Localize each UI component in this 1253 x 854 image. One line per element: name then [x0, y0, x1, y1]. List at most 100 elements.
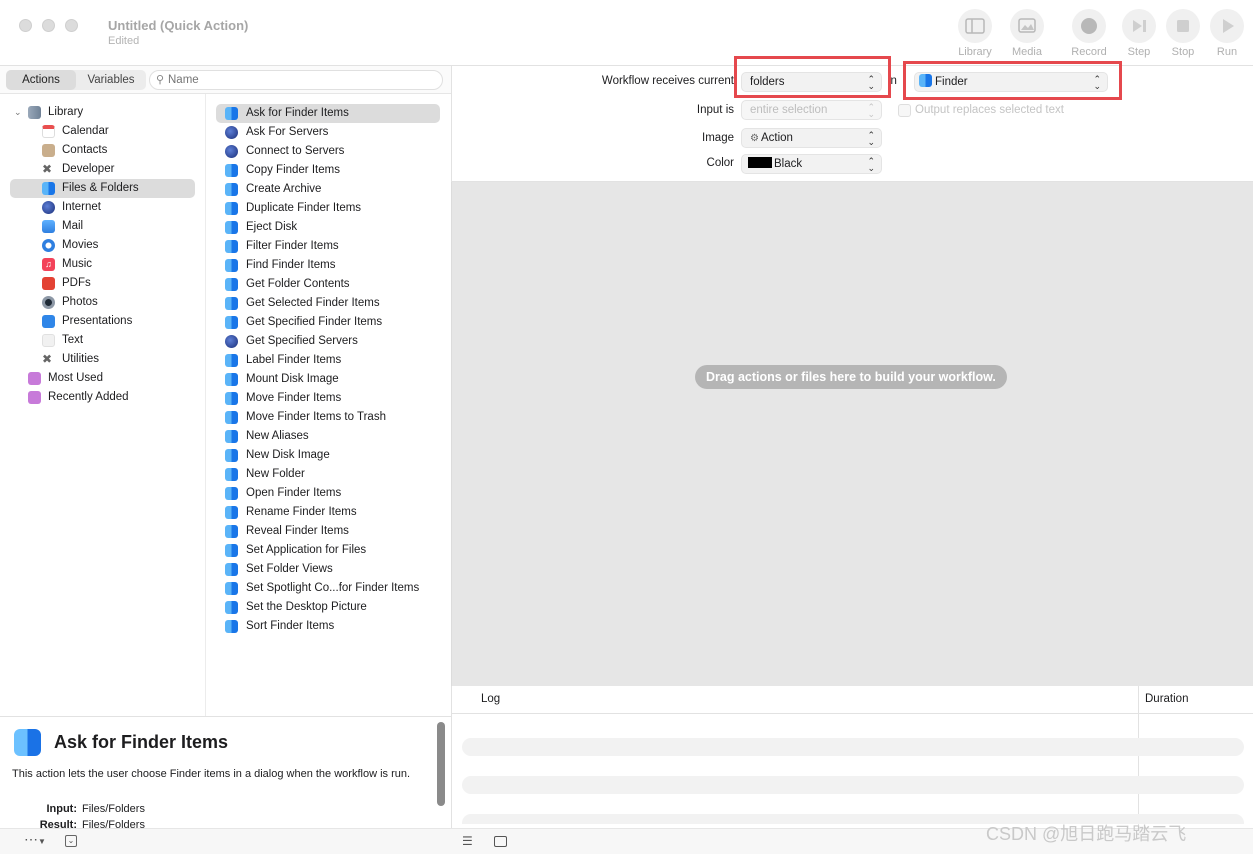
split-view-icon[interactable] [494, 836, 507, 847]
action-item[interactable]: Filter Finder Items [216, 237, 440, 256]
action-label: Filter Finder Items [246, 240, 339, 252]
photo-icon [1018, 18, 1036, 33]
category-utilities[interactable]: ✖ Utilities [10, 350, 195, 369]
action-item[interactable]: Get Folder Contents [216, 275, 440, 294]
category-mail[interactable]: Mail [10, 217, 195, 236]
action-item[interactable]: Sort Finder Items [216, 617, 440, 636]
record-icon [1081, 18, 1097, 34]
search-icon: ⚲ [156, 74, 165, 86]
media-toolbar-button[interactable]: Media [1008, 9, 1046, 58]
finder-icon [225, 373, 238, 386]
action-item[interactable]: Label Finder Items [216, 351, 440, 370]
action-item[interactable]: Set the Desktop Picture [216, 598, 440, 617]
chevron-down-icon[interactable]: ▼ [38, 837, 46, 846]
category-most-used[interactable]: Most Used [10, 369, 195, 388]
stop-icon [1177, 20, 1189, 32]
action-item[interactable]: Rename Finder Items [216, 503, 440, 522]
description-scrollbar[interactable] [437, 722, 445, 806]
duration-column-header[interactable]: Duration [1145, 693, 1188, 705]
action-label: Duplicate Finder Items [246, 202, 362, 214]
tab-variables[interactable]: Variables [76, 70, 146, 90]
action-label: Open Finder Items [246, 487, 342, 499]
contacts-icon [42, 144, 55, 157]
description-toggle-icon[interactable]: ⌄ [65, 835, 77, 847]
pdf-icon [42, 277, 55, 290]
minimize-window-button[interactable] [42, 19, 55, 32]
category-internet[interactable]: Internet [10, 198, 195, 217]
action-item[interactable]: Duplicate Finder Items [216, 199, 440, 218]
action-item[interactable]: Ask For Servers [216, 123, 440, 142]
category-recently-added[interactable]: Recently Added [10, 388, 195, 407]
close-window-button[interactable] [19, 19, 32, 32]
output-replaces-checkbox[interactable] [898, 104, 911, 117]
category-calendar[interactable]: Calendar [10, 122, 195, 141]
action-item[interactable]: Move Finder Items [216, 389, 440, 408]
action-item[interactable]: Mount Disk Image [216, 370, 440, 389]
category-movies[interactable]: Movies [10, 236, 195, 255]
category-pdfs[interactable]: PDFs [10, 274, 195, 293]
action-item[interactable]: Move Finder Items to Trash [216, 408, 440, 427]
action-item[interactable]: Set Spotlight Co...for Finder Items [216, 579, 440, 598]
action-item[interactable]: Create Archive [216, 180, 440, 199]
library-toolbar-label: Library [958, 46, 992, 58]
library-toolbar-button[interactable]: Library [956, 9, 994, 58]
action-item[interactable]: Open Finder Items [216, 484, 440, 503]
workflow-drop-area[interactable]: Drag actions or files here to build your… [451, 182, 1253, 686]
category-presentations[interactable]: Presentations [10, 312, 195, 331]
log-column-header[interactable]: Log [481, 693, 500, 705]
zoom-window-button[interactable] [65, 19, 78, 32]
finder-icon [225, 525, 238, 538]
finder-icon [225, 354, 238, 367]
action-item[interactable]: Set Application for Files [216, 541, 440, 560]
tab-actions[interactable]: Actions [6, 70, 76, 90]
action-item[interactable]: Copy Finder Items [216, 161, 440, 180]
action-item[interactable]: Find Finder Items [216, 256, 440, 275]
category-text[interactable]: Text [10, 331, 195, 350]
finder-icon [225, 107, 238, 120]
action-item[interactable]: Get Selected Finder Items [216, 294, 440, 313]
action-label: Get Specified Servers [246, 335, 358, 347]
action-label: Get Folder Contents [246, 278, 350, 290]
action-label: Connect to Servers [246, 145, 345, 157]
category-music[interactable]: ♫ Music [10, 255, 195, 274]
action-item[interactable]: Eject Disk [216, 218, 440, 237]
camera-icon [42, 296, 55, 309]
more-options-icon[interactable]: ⋯ [24, 831, 38, 848]
action-item[interactable]: New Aliases [216, 427, 440, 446]
description-input-label: Input: [46, 803, 77, 815]
action-item[interactable]: Get Specified Servers [216, 332, 440, 351]
highlight-box [734, 56, 891, 98]
search-input[interactable] [168, 72, 438, 88]
action-label: Copy Finder Items [246, 164, 340, 176]
input-is-value: entire selection [750, 104, 828, 116]
search-field[interactable]: ⚲ [149, 70, 443, 90]
action-item[interactable]: Reveal Finder Items [216, 522, 440, 541]
action-label: Move Finder Items [246, 392, 342, 404]
library-segmented-control: Actions Variables [6, 70, 146, 90]
input-is-popup[interactable]: entire selection ⌃ ⌄ [741, 100, 882, 120]
category-photos[interactable]: Photos [10, 293, 195, 312]
category-developer[interactable]: ✖ Developer [10, 160, 195, 179]
disclosure-chevron-icon[interactable]: ⌄ [14, 103, 22, 122]
color-popup[interactable]: Black ⌃ ⌄ [741, 154, 882, 174]
action-item[interactable]: Get Specified Finder Items [216, 313, 440, 332]
category-contacts[interactable]: Contacts [10, 141, 195, 160]
finder-icon [225, 202, 238, 215]
action-label: Get Specified Finder Items [246, 316, 383, 328]
finder-icon [225, 620, 238, 633]
action-label: Mount Disk Image [246, 373, 339, 385]
record-toolbar-button[interactable]: Record [1070, 9, 1108, 58]
list-view-icon[interactable]: ☰ [462, 834, 473, 848]
finder-icon [225, 487, 238, 500]
action-item[interactable]: New Disk Image [216, 446, 440, 465]
highlight-box [903, 61, 1122, 100]
action-item[interactable]: Set Folder Views [216, 560, 440, 579]
image-popup[interactable]: ⚙ Action ⌃ ⌄ [741, 128, 882, 148]
run-toolbar-button[interactable]: Run [1208, 9, 1246, 58]
action-item[interactable]: New Folder [216, 465, 440, 484]
category-library[interactable]: ⌄ Library [10, 103, 195, 122]
category-files-folders[interactable]: Files & Folders [10, 179, 195, 198]
finder-icon [225, 316, 238, 329]
action-item[interactable]: Ask for Finder Items [216, 104, 440, 123]
action-item[interactable]: Connect to Servers [216, 142, 440, 161]
